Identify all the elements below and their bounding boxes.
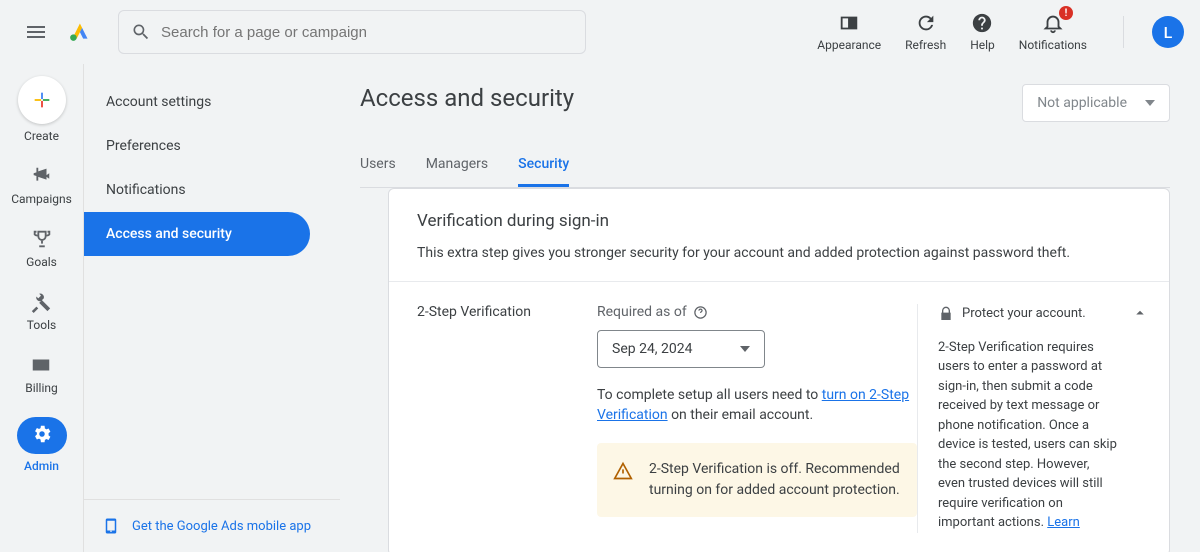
- sidebar-item-access-security[interactable]: Access and security: [84, 212, 310, 256]
- sidebar-item-preferences[interactable]: Preferences: [84, 124, 310, 168]
- help-icon: [971, 12, 993, 34]
- learn-more-link[interactable]: Learn: [1047, 515, 1080, 530]
- phone-icon: [102, 514, 120, 538]
- rail-goals[interactable]: Goals: [26, 228, 57, 269]
- card-description: This extra step gives you stronger secur…: [417, 245, 1141, 281]
- verification-card: Verification during sign-in This extra s…: [388, 188, 1170, 552]
- campaigns-label: Campaigns: [11, 192, 72, 206]
- two-step-label: 2-Step Verification: [417, 304, 597, 533]
- protect-info-panel: Protect your account. 2-Step Verificatio…: [917, 304, 1117, 533]
- help-label: Help: [970, 38, 995, 52]
- chevron-down-icon: [740, 346, 750, 352]
- card-icon: [30, 354, 52, 376]
- date-value: Sep 24, 2024: [612, 341, 693, 357]
- tools-label: Tools: [27, 318, 56, 332]
- lock-icon: [938, 306, 954, 322]
- create-button[interactable]: Create: [18, 76, 66, 143]
- chevron-down-icon: [1145, 100, 1155, 106]
- billing-label: Billing: [25, 381, 58, 395]
- search-icon: [131, 22, 151, 42]
- search-input[interactable]: [161, 24, 573, 41]
- notifications-button[interactable]: ! Notifications: [1019, 12, 1087, 52]
- hamburger-menu-icon[interactable]: [24, 20, 48, 44]
- card-title: Verification during sign-in: [417, 211, 1141, 231]
- sidebar-item-notifications[interactable]: Notifications: [84, 168, 310, 212]
- help-circle-icon[interactable]: [693, 305, 708, 320]
- admin-label: Admin: [24, 459, 59, 473]
- warning-text: 2-Step Verification is off. Recommended …: [649, 459, 901, 501]
- divider: [389, 281, 1169, 282]
- sidebar-item-account-settings[interactable]: Account settings: [84, 80, 310, 124]
- top-bar: Appearance Refresh Help ! Notifications …: [0, 0, 1200, 64]
- avatar[interactable]: L: [1152, 16, 1184, 48]
- goals-label: Goals: [26, 255, 57, 269]
- left-rail: Create Campaigns Goals Tools Billing Adm…: [0, 64, 84, 552]
- google-ads-logo-icon[interactable]: [68, 17, 94, 47]
- notifications-label: Notifications: [1019, 38, 1087, 52]
- rail-tools[interactable]: Tools: [27, 291, 56, 332]
- main-content: Access and security Not applicable Users…: [340, 64, 1200, 552]
- megaphone-icon: [30, 165, 52, 187]
- tab-security[interactable]: Security: [518, 146, 569, 187]
- date-select[interactable]: Sep 24, 2024: [597, 330, 765, 368]
- rail-billing[interactable]: Billing: [25, 354, 58, 395]
- refresh-icon: [915, 12, 937, 34]
- collapse-section-button[interactable]: [1131, 304, 1149, 326]
- warning-triangle-icon: [613, 461, 633, 481]
- refresh-label: Refresh: [905, 38, 946, 52]
- top-actions: Appearance Refresh Help ! Notifications …: [817, 12, 1184, 52]
- gear-icon: [31, 423, 53, 445]
- create-label: Create: [24, 129, 59, 143]
- rail-campaigns[interactable]: Campaigns: [11, 165, 72, 206]
- not-applicable-select[interactable]: Not applicable: [1022, 84, 1170, 122]
- protect-title: Protect your account.: [962, 304, 1086, 324]
- mobile-app-promo[interactable]: Get the Google Ads mobile app: [84, 499, 340, 552]
- required-as-of-label: Required as of: [597, 304, 917, 320]
- notification-badge: !: [1059, 6, 1073, 20]
- appearance-icon: [838, 12, 860, 34]
- search-box[interactable]: [118, 10, 586, 54]
- rail-admin[interactable]: Admin: [17, 417, 67, 473]
- protect-body: 2-Step Verification requires users to en…: [938, 338, 1117, 533]
- tab-managers[interactable]: Managers: [426, 146, 488, 187]
- sidebar: Account settings Preferences Notificatio…: [84, 64, 340, 552]
- page-title: Access and security: [360, 84, 574, 112]
- not-applicable-label: Not applicable: [1037, 95, 1127, 111]
- divider: [1123, 16, 1124, 48]
- appearance-button[interactable]: Appearance: [817, 12, 881, 52]
- help-button[interactable]: Help: [970, 12, 995, 52]
- tab-users[interactable]: Users: [360, 146, 396, 187]
- chevron-up-icon: [1131, 304, 1149, 322]
- tools-icon: [30, 291, 52, 313]
- trophy-icon: [31, 228, 53, 250]
- appearance-label: Appearance: [817, 38, 881, 52]
- setup-instruction: To complete setup all users need to turn…: [597, 386, 917, 425]
- plus-icon: [31, 89, 53, 111]
- tabs: Users Managers Security: [360, 146, 1170, 188]
- warning-box: 2-Step Verification is off. Recommended …: [597, 443, 917, 517]
- mobile-app-link[interactable]: Get the Google Ads mobile app: [132, 519, 311, 534]
- refresh-button[interactable]: Refresh: [905, 12, 946, 52]
